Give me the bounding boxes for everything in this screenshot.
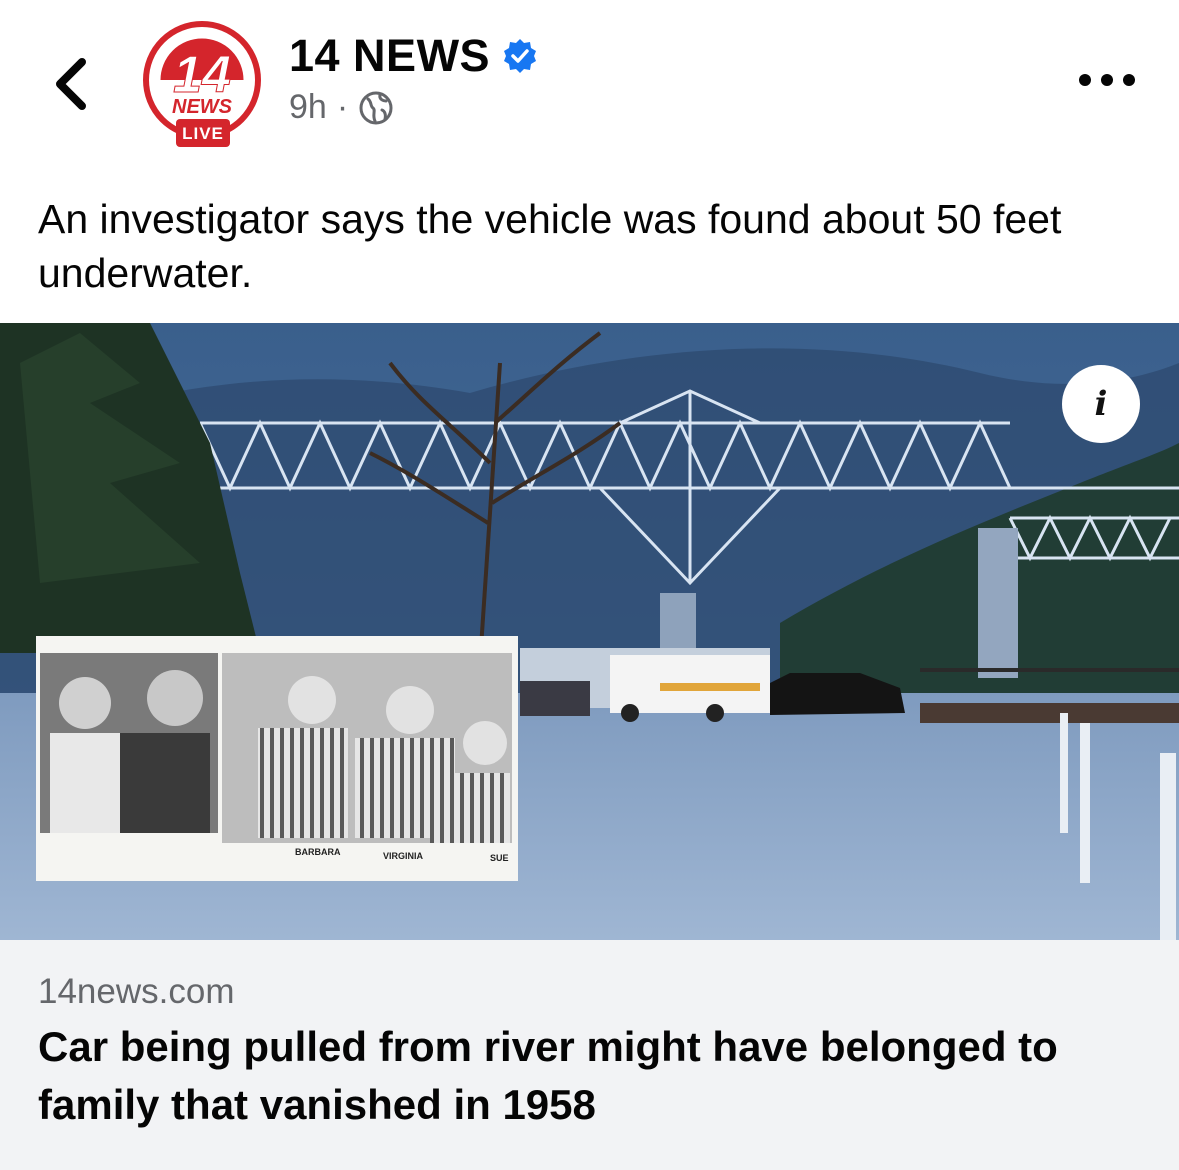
link-title[interactable]: Car being pulled from river might have b…	[38, 1018, 1148, 1134]
svg-text:LIVE: LIVE	[182, 124, 224, 143]
svg-text:NEWS: NEWS	[172, 96, 233, 118]
back-button[interactable]	[44, 48, 104, 118]
page-name[interactable]: 14 NEWS	[289, 30, 490, 82]
verified-badge-icon	[504, 39, 537, 73]
post-header: 14 NEWS LIVE 14 NEWS 9h ·	[0, 0, 1179, 170]
page-name-row: 14 NEWS	[289, 30, 538, 82]
avatar[interactable]: 14 NEWS LIVE	[140, 20, 264, 148]
info-button[interactable]: i	[1062, 365, 1140, 443]
inset-caption-sue: SUE	[490, 853, 509, 863]
info-icon: i	[1094, 384, 1108, 424]
link-domain: 14news.com	[38, 972, 235, 1011]
meta-separator: ·	[336, 88, 349, 126]
post-text: An investigator says the vehicle was fou…	[38, 196, 1062, 296]
inset-caption-barbara: BARBARA	[295, 847, 341, 857]
inset-caption-virginia: VIRGINIA	[383, 851, 424, 861]
bridge-photo: BARBARA VIRGINIA SUE	[0, 323, 1179, 940]
post-image[interactable]: BARBARA VIRGINIA SUE i	[0, 323, 1179, 940]
more-options-button[interactable]	[1074, 60, 1140, 100]
more-horizontal-icon	[1079, 74, 1135, 86]
14-news-logo: 14 NEWS LIVE	[143, 21, 261, 147]
globe-icon[interactable]	[358, 90, 394, 126]
chevron-left-icon	[56, 58, 86, 110]
post-time[interactable]: 9h	[289, 88, 327, 127]
post-meta: 9h ·	[289, 88, 394, 127]
